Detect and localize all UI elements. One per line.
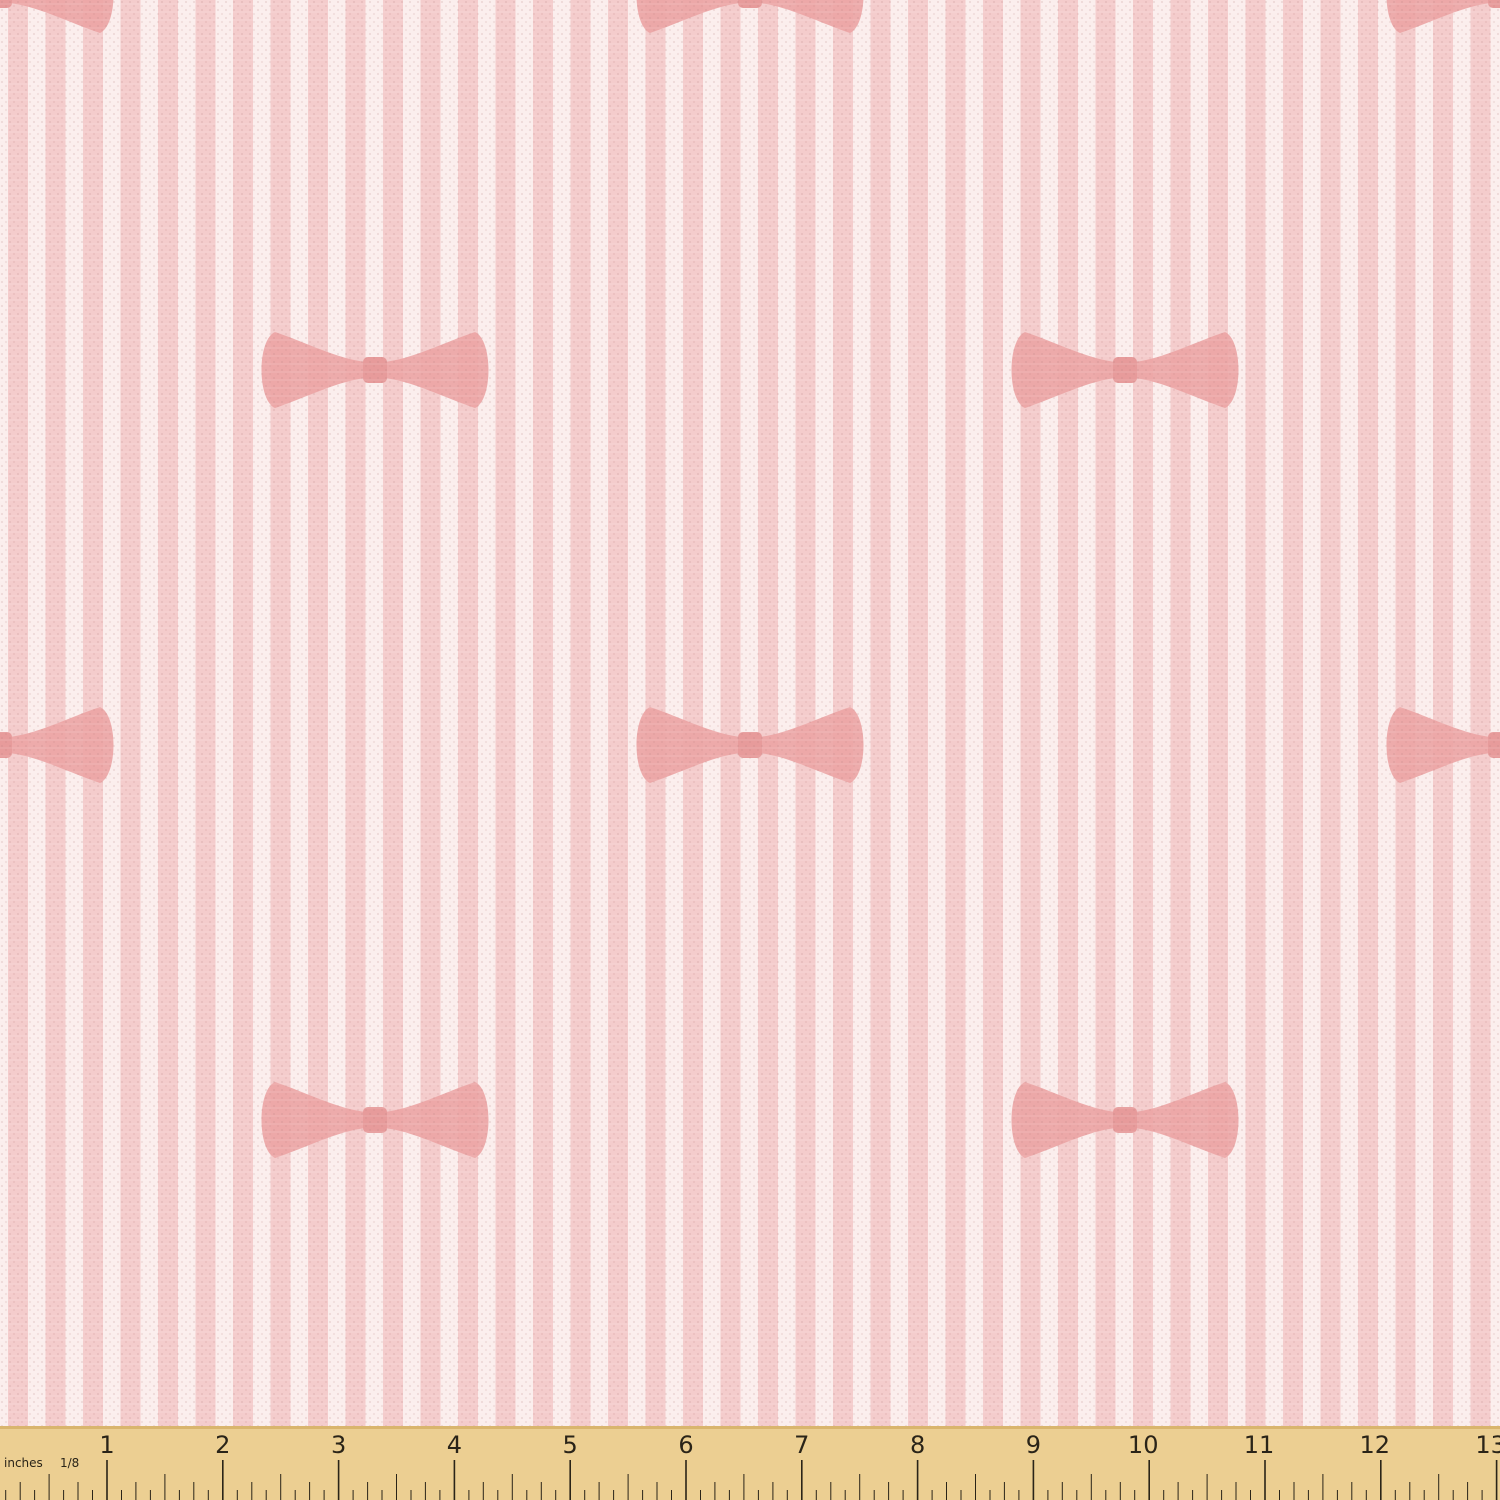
ruler-number: 6 <box>678 1431 693 1459</box>
ruler-number: 1 <box>99 1431 114 1459</box>
ruler-number: 2 <box>215 1431 230 1459</box>
measuring-ruler: 1 2 3 4 5 6 7 8 9 10 11 12 13 inches 1/8 <box>0 1426 1500 1500</box>
ruler-number: 7 <box>794 1431 809 1459</box>
ruler-unit-label: inches <box>4 1456 43 1470</box>
ruler-number: 8 <box>910 1431 925 1459</box>
ruler-number: 4 <box>447 1431 462 1459</box>
fabric-swatch <box>0 0 1500 1500</box>
ruler-top-edge <box>0 1426 1500 1429</box>
ruler-number: 3 <box>331 1431 346 1459</box>
ruler-number: 12 <box>1360 1431 1391 1459</box>
ruler-number: 5 <box>563 1431 578 1459</box>
ruler-number: 9 <box>1026 1431 1041 1459</box>
ruler-number: 11 <box>1244 1431 1275 1459</box>
ruler-number: 10 <box>1128 1431 1159 1459</box>
weave-texture <box>0 0 1500 1500</box>
ruler-number: 13 <box>1475 1431 1500 1459</box>
ruler-subdivision-label: 1/8 <box>60 1456 79 1470</box>
